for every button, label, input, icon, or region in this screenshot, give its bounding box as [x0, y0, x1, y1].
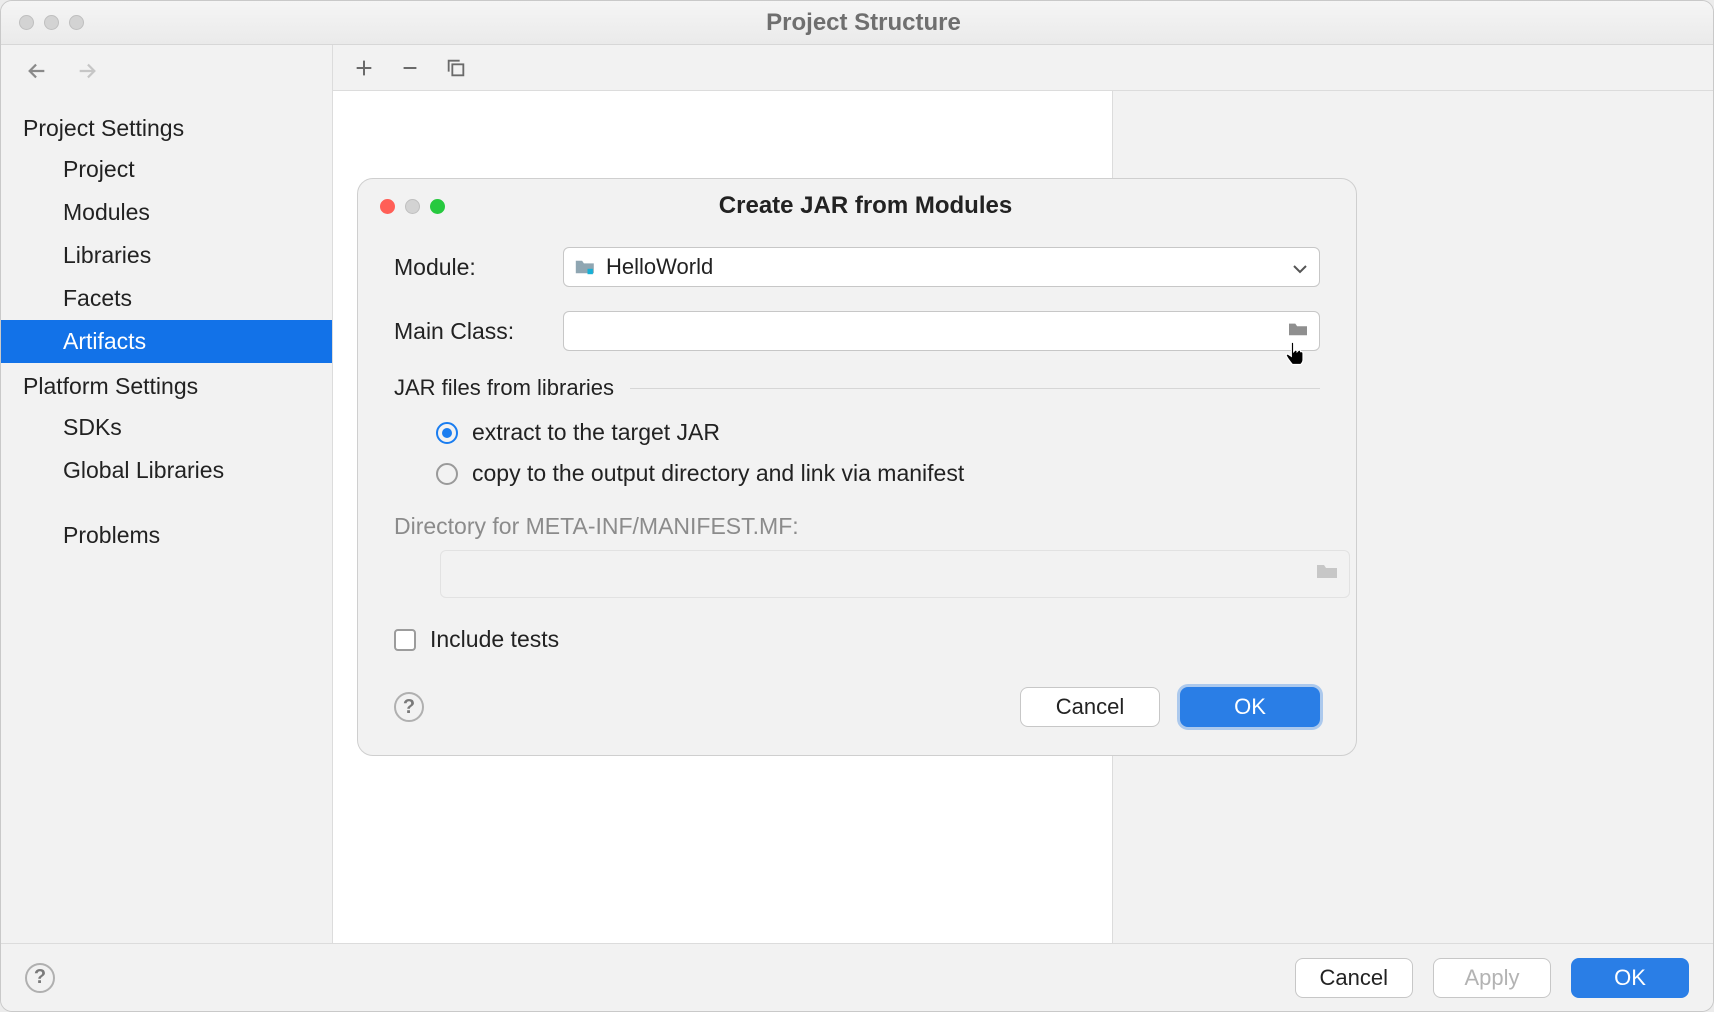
manifest-dir-label: Directory for META-INF/MANIFEST.MF: — [394, 513, 1320, 540]
help-button[interactable]: ? — [25, 963, 55, 993]
sidebar-item-sdks[interactable]: SDKs — [1, 406, 332, 449]
add-artifact-button[interactable] — [353, 57, 375, 79]
minimize-icon[interactable] — [44, 15, 59, 30]
sidebar-item-problems[interactable]: Problems — [1, 514, 332, 557]
radio-extract-label: extract to the target JAR — [472, 419, 720, 446]
section-project-settings: Project Settings — [1, 105, 332, 148]
back-button[interactable] — [23, 59, 51, 83]
footer: ? Cancel Apply OK — [1, 943, 1713, 1011]
main-class-label: Main Class: — [394, 318, 559, 345]
window-title: Project Structure — [84, 9, 1713, 37]
radio-unselected-icon — [436, 463, 458, 485]
browse-manifest-icon — [1315, 561, 1339, 587]
remove-artifact-button[interactable] — [399, 57, 421, 79]
jar-section-label: JAR files from libraries — [394, 375, 614, 401]
main-class-input[interactable] — [563, 311, 1320, 351]
sidebar-item-project[interactable]: Project — [1, 148, 332, 191]
dialog-cancel-button[interactable]: Cancel — [1020, 687, 1160, 727]
module-dropdown[interactable]: HelloWorld — [563, 247, 1320, 287]
traffic-lights — [1, 15, 84, 30]
include-tests-label: Include tests — [430, 626, 559, 653]
section-platform-settings: Platform Settings — [1, 363, 332, 406]
module-value: HelloWorld — [606, 254, 713, 280]
radio-copy[interactable]: copy to the output directory and link vi… — [394, 460, 1320, 487]
sidebar-item-global-libraries[interactable]: Global Libraries — [1, 449, 332, 492]
radio-copy-label: copy to the output directory and link vi… — [472, 460, 964, 487]
browse-main-class-icon[interactable] — [1287, 318, 1309, 344]
sidebar-item-facets[interactable]: Facets — [1, 277, 332, 320]
dialog-ok-button[interactable]: OK — [1180, 687, 1320, 727]
dialog-help-button[interactable]: ? — [394, 692, 424, 722]
create-jar-dialog: Create JAR from Modules Module: HelloWor… — [357, 178, 1357, 756]
copy-artifact-button[interactable] — [445, 57, 467, 79]
chevron-down-icon — [1293, 254, 1307, 280]
radio-extract[interactable]: extract to the target JAR — [394, 419, 1320, 446]
dialog-close-icon[interactable] — [380, 199, 395, 214]
apply-button[interactable]: Apply — [1433, 958, 1551, 998]
sidebar: Project Settings Project Modules Librari… — [1, 45, 333, 943]
sidebar-item-artifacts[interactable]: Artifacts — [1, 320, 332, 363]
ok-button[interactable]: OK — [1571, 958, 1689, 998]
nav-arrows — [1, 59, 332, 83]
dialog-titlebar: Create JAR from Modules — [358, 179, 1356, 233]
module-label: Module: — [394, 254, 559, 281]
manifest-dir-input — [440, 550, 1350, 598]
checkbox-icon — [394, 629, 416, 651]
dialog-minimize-icon[interactable] — [405, 199, 420, 214]
sidebar-item-libraries[interactable]: Libraries — [1, 234, 332, 277]
radio-selected-icon — [436, 422, 458, 444]
forward-button[interactable] — [73, 59, 101, 83]
module-folder-icon — [574, 258, 596, 276]
zoom-icon[interactable] — [69, 15, 84, 30]
sidebar-item-modules[interactable]: Modules — [1, 191, 332, 234]
jar-options-section: JAR files from libraries — [394, 375, 1320, 401]
close-icon[interactable] — [19, 15, 34, 30]
dialog-zoom-icon[interactable] — [430, 199, 445, 214]
titlebar: Project Structure — [1, 1, 1713, 45]
cancel-button[interactable]: Cancel — [1295, 958, 1413, 998]
include-tests-checkbox[interactable]: Include tests — [394, 626, 1320, 653]
artifact-toolbar — [333, 45, 1713, 91]
dialog-title: Create JAR from Modules — [445, 192, 1356, 220]
